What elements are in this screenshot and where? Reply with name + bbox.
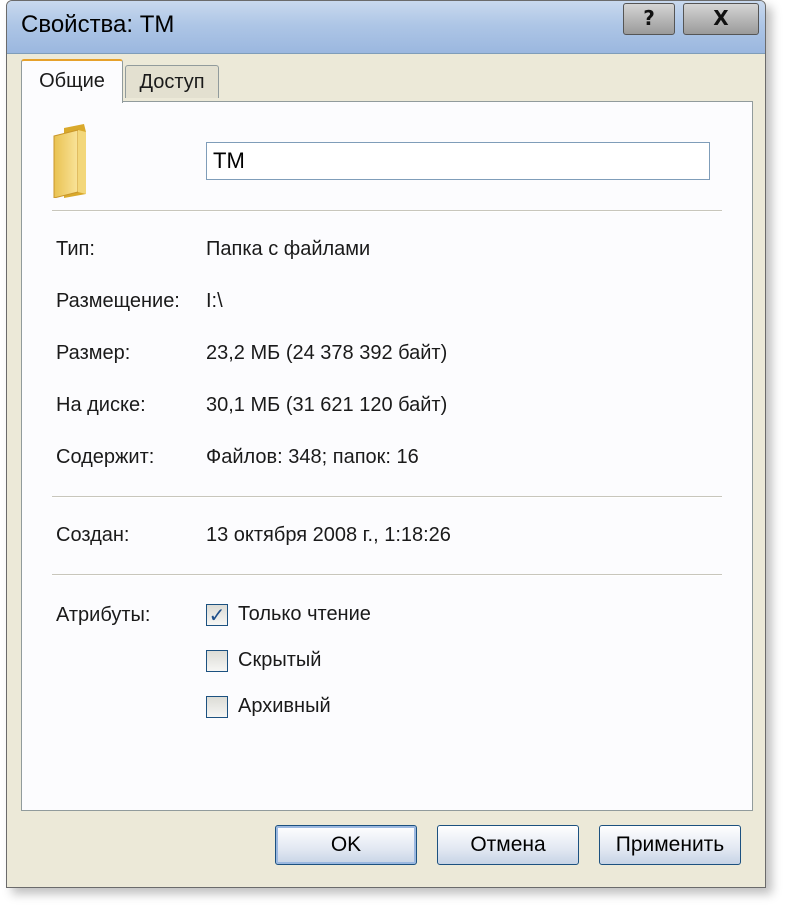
location-label: Размещение: xyxy=(56,290,180,312)
cancel-button[interactable]: Отмена xyxy=(437,825,579,865)
size-value: 23,2 МБ (24 378 392 байт) xyxy=(206,342,448,364)
tab-sharing[interactable]: Доступ xyxy=(125,65,219,98)
title-bar[interactable]: Свойства: TM ? X xyxy=(7,1,765,54)
on-disk-label: На диске: xyxy=(56,394,146,416)
properties-dialog: Свойства: TM ? X Общие Доступ Тип: Папка… xyxy=(6,0,766,888)
hidden-checkbox[interactable] xyxy=(206,650,228,672)
archive-label[interactable]: Архивный xyxy=(238,695,331,718)
tab-strip: Общие Доступ xyxy=(21,59,761,105)
apply-button[interactable]: Применить xyxy=(599,825,741,865)
ok-button[interactable]: OK xyxy=(275,825,417,865)
created-value: 13 октября 2008 г., 1:18:26 xyxy=(206,524,451,546)
hidden-label[interactable]: Скрытый xyxy=(238,649,321,672)
attributes-label: Атрибуты: xyxy=(56,604,151,626)
window-title: Свойства: TM xyxy=(21,11,175,38)
separator xyxy=(52,574,722,576)
created-label: Создан: xyxy=(56,524,130,546)
close-button[interactable]: X xyxy=(683,3,759,35)
general-tab-panel: Тип: Папка с файлами Размещение: I:\ Раз… xyxy=(21,101,753,811)
type-value: Папка с файлами xyxy=(206,238,371,260)
folder-name-input[interactable] xyxy=(206,142,710,180)
readonly-label[interactable]: Только чтение xyxy=(238,603,371,626)
location-value: I:\ xyxy=(206,290,223,312)
folder-icon xyxy=(53,124,86,198)
archive-checkbox[interactable] xyxy=(206,696,228,718)
separator xyxy=(52,210,722,212)
tab-general[interactable]: Общие xyxy=(21,59,123,103)
contains-label: Содержит: xyxy=(56,446,155,468)
readonly-checkbox[interactable]: ✓ xyxy=(206,604,228,626)
size-label: Размер: xyxy=(56,342,131,364)
contains-value: Файлов: 348; папок: 16 xyxy=(206,446,419,468)
separator xyxy=(52,496,722,498)
help-button[interactable]: ? xyxy=(623,3,675,35)
on-disk-value: 30,1 МБ (31 621 120 байт) xyxy=(206,394,448,416)
type-label: Тип: xyxy=(56,238,95,260)
